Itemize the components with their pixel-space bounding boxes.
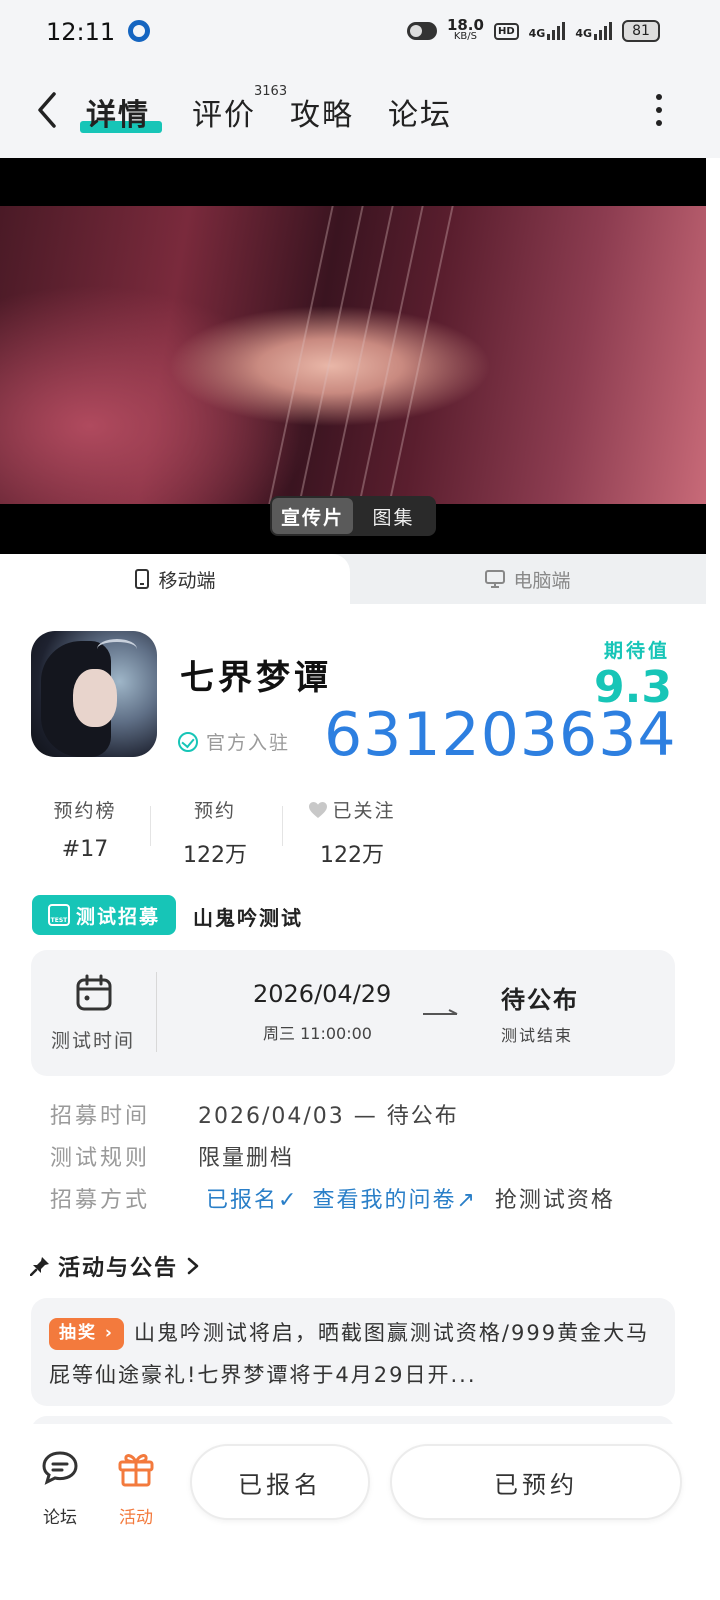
hd-icon: HD [493, 22, 519, 40]
arrow-right-icon [423, 1009, 458, 1015]
chat-bubble-icon [42, 1451, 78, 1485]
activity-section-header[interactable]: 活动与公告 [30, 1250, 200, 1282]
toggle-icon [406, 22, 437, 40]
activity-text: 山鬼吟测试将启，晒截图赢测试资格/999黄金大马屁等仙途豪礼!七界梦谭将于4月2… [49, 1321, 650, 1387]
test-start-date: 2026/04/29 [253, 980, 392, 1008]
test-end-label: 测试结束 [501, 1026, 574, 1045]
trailer-tab[interactable]: 宣传片 [272, 498, 353, 534]
divider [150, 806, 151, 846]
chevron-right-icon [187, 1257, 199, 1275]
battery-icon: 81 [622, 20, 660, 42]
pin-icon [30, 1257, 49, 1276]
bottom-bar: 论坛 活动 已报名 已预约 [0, 1424, 720, 1600]
recruit-time-value: 2026/04/03 — 待公布 [198, 1104, 459, 1129]
test-name: 山鬼吟测试 [193, 906, 303, 930]
top-nav: 详情 评价 3163 攻略 论坛 [0, 64, 720, 158]
stat-follow-label: 已关注 [332, 800, 396, 822]
test-rule-row: 测试规则 限量删档 [50, 1140, 294, 1172]
divider [282, 806, 283, 846]
verified-check-icon [178, 731, 198, 752]
recruit-time-label: 招募时间 [50, 1104, 151, 1129]
activity-card[interactable]: 抽奖 › 山鬼吟测试将启，晒截图赢测试资格/999黄金大马屁等仙途豪礼!七界梦谭将… [31, 1298, 675, 1406]
stat-ranking[interactable]: 预约榜 #17 [52, 796, 118, 862]
reserved-button[interactable]: 已预约 [390, 1444, 682, 1520]
divider [156, 972, 157, 1052]
activity-nav-label: 活动 [119, 1508, 153, 1528]
test-rule-label: 测试规则 [50, 1146, 151, 1171]
tab-reviews[interactable]: 评价 [192, 90, 256, 134]
test-end-status: 待公布 [501, 986, 579, 1014]
stat-follow-value: 122万 [320, 843, 384, 868]
forum-nav-button[interactable]: 论坛 [30, 1448, 90, 1528]
platform-mobile-tab[interactable]: 移动端 [0, 554, 350, 604]
expectation-label: 期待值 [603, 640, 670, 662]
activity-nav-button[interactable]: 活动 [106, 1448, 166, 1528]
stat-reservations-label: 预约 [193, 800, 236, 822]
video-player[interactable]: 宣传片 图集 [0, 158, 706, 554]
stat-reservations: 预约 122万 [182, 796, 248, 869]
signal-sim2-icon: 4G [575, 22, 612, 40]
lottery-tag: 抽奖 › [49, 1318, 124, 1350]
signal-sim1-icon: 4G [529, 22, 566, 40]
status-bar: 12:11 18.0 KB/S HD 4G 4G 81 [0, 0, 720, 64]
recruit-method-row: 招募方式 已报名✓ 查看我的问卷↗ 抢测试资格 [50, 1182, 615, 1214]
questionnaire-link[interactable]: 查看我的问卷↗ [312, 1182, 476, 1214]
heart-icon [309, 801, 328, 818]
calendar-icon [76, 974, 112, 1011]
game-icon[interactable] [31, 631, 157, 757]
test-schedule-card: 测试时间 2026/04/29 周三 11:00:00 待公布 测试结束 [31, 950, 675, 1076]
test-icon: TEST [47, 904, 70, 926]
net-speed: 18.0 KB/S [446, 16, 484, 43]
more-button[interactable] [654, 94, 664, 126]
grab-test-qualification-link[interactable]: 抢测试资格 [495, 1182, 615, 1214]
forum-nav-label: 论坛 [43, 1508, 77, 1528]
game-title: 七界梦谭 [180, 658, 332, 698]
test-start-time: 周三 11:00:00 [263, 1024, 372, 1043]
stat-ranking-value: #17 [61, 837, 109, 862]
chevron-left-icon [38, 92, 56, 128]
review-count-badge: 3163 [254, 84, 288, 99]
test-rule-value: 限量删档 [198, 1146, 295, 1171]
tab-guides[interactable]: 攻略 [290, 90, 354, 134]
platform-pc-label: 电脑端 [513, 569, 571, 592]
video-frame [0, 206, 706, 504]
media-switch: 宣传片 图集 [270, 496, 436, 536]
back-button[interactable] [32, 90, 62, 130]
activity-title: 活动与公告 [58, 1256, 179, 1281]
tab-details[interactable]: 详情 [86, 90, 150, 134]
test-recruit-badge: TEST 测试招募 [32, 895, 176, 935]
stat-follow[interactable]: 已关注 122万 [304, 796, 400, 869]
monitor-icon [485, 570, 506, 588]
platform-mobile-label: 移动端 [158, 569, 216, 592]
gift-icon [118, 1454, 154, 1487]
app-notification-icon [128, 20, 150, 42]
platform-tabs: 移动端 电脑端 [0, 554, 706, 604]
gallery-tab[interactable]: 图集 [353, 498, 434, 534]
test-time-label: 测试时间 [51, 1030, 136, 1052]
recruit-time-row: 招募时间 2026/04/03 — 待公布 [50, 1098, 459, 1130]
signed-up-button[interactable]: 已报名 [190, 1444, 370, 1520]
status-time: 12:11 [46, 18, 116, 46]
platform-pc-tab[interactable]: 电脑端 [350, 554, 706, 604]
official-label: 官方入驻 [206, 732, 291, 754]
tab-forum[interactable]: 论坛 [388, 90, 452, 134]
expectation-score: 9.3 [594, 662, 672, 713]
test-recruit-label: 测试招募 [75, 905, 160, 928]
official-badge: 官方入驻 [178, 728, 290, 755]
more-vertical-icon [656, 94, 662, 100]
stat-reservations-value: 122万 [183, 843, 247, 868]
recruit-method-label: 招募方式 [50, 1188, 151, 1213]
phone-icon [135, 569, 150, 589]
status-icons: 18.0 KB/S HD 4G 4G 81 [406, 16, 660, 46]
stat-ranking-label: 预约榜 [53, 800, 117, 822]
signed-up-link[interactable]: 已报名✓ [206, 1182, 298, 1214]
